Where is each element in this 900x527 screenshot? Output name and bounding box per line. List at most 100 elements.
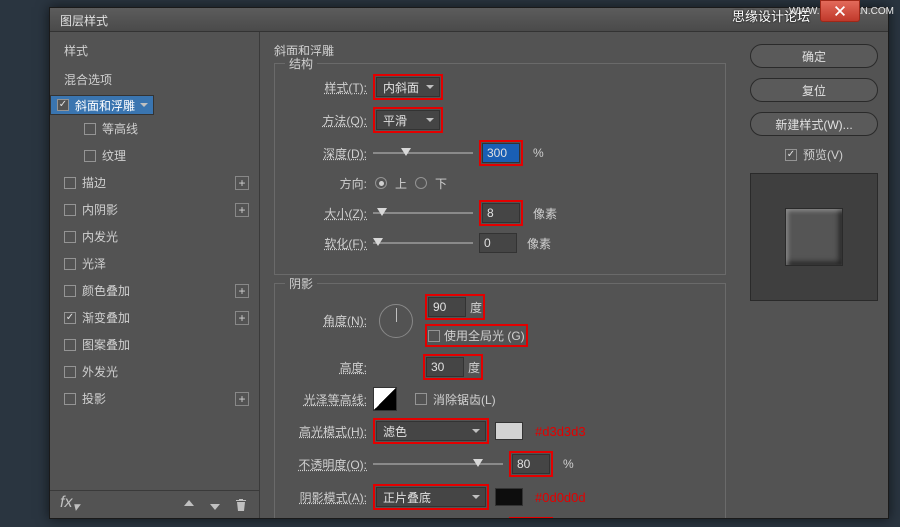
sidebar-item-label: 斜面和浮雕 bbox=[75, 97, 135, 114]
antialias-checkbox[interactable] bbox=[415, 393, 427, 405]
legend: 阴影 bbox=[285, 275, 317, 292]
depth-slider[interactable] bbox=[373, 146, 473, 160]
sidebar-item-stroke[interactable]: 描边 + bbox=[50, 169, 259, 196]
arrow-up-icon[interactable] bbox=[181, 497, 197, 513]
shading-fieldset: 阴影 角度(N): 90度 使用全局光 (G) 高度: 30度 bbox=[274, 283, 726, 518]
preview-label: 预览(V) bbox=[803, 146, 843, 163]
highlight-opacity-slider[interactable] bbox=[373, 457, 503, 471]
sidebar-item-color-overlay[interactable]: 颜色叠加 + bbox=[50, 277, 259, 304]
unit: 度 bbox=[468, 359, 480, 376]
gloss-contour-label: 光泽等高线: bbox=[287, 391, 367, 408]
sidebar-item-pattern-overlay[interactable]: 图案叠加 bbox=[50, 331, 259, 358]
checkbox-icon[interactable] bbox=[64, 393, 76, 405]
checkbox-icon[interactable] bbox=[64, 285, 76, 297]
soften-input[interactable]: 0 bbox=[479, 233, 517, 253]
checkbox-icon[interactable] bbox=[64, 339, 76, 351]
checkbox-icon[interactable] bbox=[64, 177, 76, 189]
highlight-mode-select[interactable]: 滤色 bbox=[376, 421, 486, 441]
checkbox-icon[interactable] bbox=[64, 231, 76, 243]
sidebar-header-blend[interactable]: 混合选项 bbox=[50, 65, 259, 94]
sidebar-item-drop-shadow[interactable]: 投影 + bbox=[50, 385, 259, 412]
global-light-checkbox[interactable] bbox=[428, 330, 440, 342]
fx-icon[interactable]: fx▾ bbox=[60, 494, 79, 515]
sidebar-item-contour[interactable]: 等高线 bbox=[50, 115, 259, 142]
depth-input[interactable]: 300 bbox=[482, 143, 520, 163]
sidebar-item-outer-glow[interactable]: 外发光 bbox=[50, 358, 259, 385]
trash-icon[interactable] bbox=[233, 497, 249, 513]
sidebar-item-gradient-overlay[interactable]: 渐变叠加 + bbox=[50, 304, 259, 331]
technique-label: 方法(Q): bbox=[287, 112, 367, 129]
plus-icon[interactable]: + bbox=[235, 392, 249, 406]
sidebar-item-label: 图案叠加 bbox=[82, 336, 130, 353]
antialias-label: 消除锯齿(L) bbox=[433, 391, 496, 408]
checkbox-icon[interactable] bbox=[64, 258, 76, 270]
section-title: 斜面和浮雕 bbox=[274, 42, 726, 59]
legend: 结构 bbox=[285, 55, 317, 72]
sidebar-item-label: 外发光 bbox=[82, 363, 118, 380]
sidebar-item-texture[interactable]: 纹理 bbox=[50, 142, 259, 169]
sidebar-item-bevel[interactable]: 斜面和浮雕 bbox=[50, 95, 154, 115]
direction-down-radio[interactable] bbox=[415, 177, 427, 189]
angle-label: 角度(N): bbox=[287, 312, 367, 329]
checkbox-icon[interactable] bbox=[64, 312, 76, 324]
preview-checkbox[interactable] bbox=[785, 149, 797, 161]
checkbox-icon[interactable] bbox=[64, 204, 76, 216]
shadow-mode-label: 阴影模式(A): bbox=[287, 489, 367, 506]
highlight-mode-label: 高光模式(H): bbox=[287, 423, 367, 440]
checkbox-icon[interactable] bbox=[84, 150, 96, 162]
close-icon bbox=[833, 4, 847, 18]
style-sidebar: 样式 混合选项 斜面和浮雕 等高线 纹理 描边 + 内阴影+ 内发光 光泽 颜色叠… bbox=[50, 32, 260, 518]
sidebar-header-styles[interactable]: 样式 bbox=[50, 36, 259, 65]
annotation: #0d0d0d bbox=[535, 490, 586, 505]
sidebar-item-label: 描边 bbox=[82, 174, 106, 191]
shadow-mode-select[interactable]: 正片叠底 bbox=[376, 487, 486, 507]
altitude-input[interactable]: 30 bbox=[426, 357, 464, 377]
style-label: 样式(T): bbox=[287, 79, 367, 96]
new-style-button[interactable]: 新建样式(W)... bbox=[750, 112, 878, 136]
arrow-down-icon[interactable] bbox=[207, 497, 223, 513]
sidebar-item-label: 纹理 bbox=[102, 147, 126, 164]
sidebar-item-label: 光泽 bbox=[82, 255, 106, 272]
shadow-color-swatch[interactable] bbox=[495, 488, 523, 506]
sidebar-item-label: 投影 bbox=[82, 390, 106, 407]
annotation: #d3d3d3 bbox=[535, 424, 586, 439]
reset-button[interactable]: 复位 bbox=[750, 78, 878, 102]
sidebar-item-label: 颜色叠加 bbox=[82, 282, 130, 299]
sidebar-item-inner-shadow[interactable]: 内阴影+ bbox=[50, 196, 259, 223]
layer-style-dialog: 图层样式 样式 混合选项 斜面和浮雕 等高线 纹理 描边+ 内阴影+ 内发光 光… bbox=[49, 7, 889, 519]
angle-input[interactable]: 90 bbox=[428, 297, 466, 317]
size-input[interactable]: 8 bbox=[482, 203, 520, 223]
highlight-color-swatch[interactable] bbox=[495, 422, 523, 440]
sidebar-item-label: 内发光 bbox=[82, 228, 118, 245]
checkbox-icon[interactable] bbox=[57, 99, 69, 111]
unit: % bbox=[563, 457, 574, 471]
unit: 像素 bbox=[527, 235, 551, 252]
main-panel: 斜面和浮雕 结构 样式(T): 内斜面 方法(Q): 平滑 深度(D): 300… bbox=[260, 32, 740, 518]
unit: % bbox=[533, 146, 544, 160]
size-label: 大小(Z): bbox=[287, 205, 367, 222]
preview-thumbnail bbox=[750, 173, 878, 301]
plus-icon[interactable]: + bbox=[235, 176, 249, 190]
checkbox-icon[interactable] bbox=[64, 366, 76, 378]
plus-icon[interactable]: + bbox=[235, 311, 249, 325]
technique-select[interactable]: 平滑 bbox=[376, 110, 440, 130]
direction-up-radio[interactable] bbox=[375, 177, 387, 189]
ok-button[interactable]: 确定 bbox=[750, 44, 878, 68]
sidebar-item-label: 渐变叠加 bbox=[82, 309, 130, 326]
sidebar-item-inner-glow[interactable]: 内发光 bbox=[50, 223, 259, 250]
highlight-opacity-input[interactable]: 80 bbox=[512, 454, 550, 474]
highlight-opacity-label: 不透明度(O): bbox=[287, 456, 367, 473]
soften-slider[interactable] bbox=[373, 236, 473, 250]
checkbox-icon[interactable] bbox=[84, 123, 96, 135]
plus-icon[interactable]: + bbox=[235, 203, 249, 217]
plus-icon[interactable]: + bbox=[235, 284, 249, 298]
radio-label: 下 bbox=[435, 175, 447, 192]
right-column: 确定 复位 新建样式(W)... 预览(V) bbox=[740, 32, 888, 518]
window-close-button[interactable] bbox=[820, 0, 860, 22]
angle-wheel[interactable] bbox=[379, 304, 413, 338]
size-slider[interactable] bbox=[373, 206, 473, 220]
style-select[interactable]: 内斜面 bbox=[376, 77, 440, 97]
sidebar-item-satin[interactable]: 光泽 bbox=[50, 250, 259, 277]
radio-label: 上 bbox=[395, 175, 407, 192]
gloss-contour-swatch[interactable] bbox=[373, 387, 397, 411]
